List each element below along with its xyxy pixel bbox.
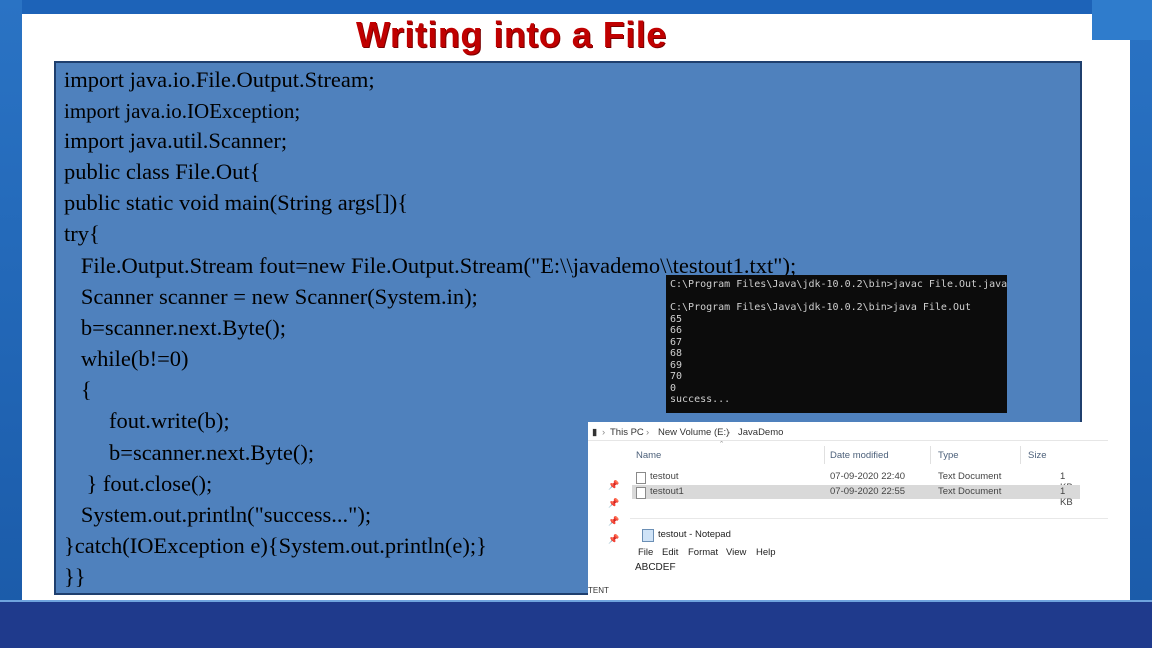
code-line: }catch(IOException e){System.out.println… xyxy=(64,533,487,558)
console-line: 66 xyxy=(670,325,683,336)
right-border xyxy=(1130,0,1152,648)
breadcrumb-this-pc[interactable]: This PC xyxy=(610,427,644,438)
chevron-right-icon: › xyxy=(602,427,606,438)
menu-view[interactable]: View xyxy=(726,547,746,558)
console-line: C:\Program Files\Java\jdk-10.0.2\bin>jav… xyxy=(670,279,1007,290)
notepad-icon xyxy=(642,529,654,542)
console-window: C:\Program Files\Java\jdk-10.0.2\bin>jav… xyxy=(666,275,1007,413)
code-line: import java.util.Scanner; xyxy=(64,128,288,153)
left-border xyxy=(0,0,22,648)
console-line: C:\Program Files\Java\jdk-10.0.2\bin>jav… xyxy=(670,302,972,313)
notepad-title: testout - Notepad xyxy=(658,529,731,540)
console-line: success... xyxy=(670,394,731,405)
corner-decoration xyxy=(1092,0,1152,40)
column-header-date[interactable]: Date modified xyxy=(830,450,889,461)
console-line: 69 xyxy=(670,359,683,371)
file-name: testout1 xyxy=(650,486,684,497)
slide-title: Writing into a File xyxy=(356,14,667,55)
menu-edit[interactable]: Edit xyxy=(662,547,678,558)
text-file-icon xyxy=(636,487,646,499)
console-line: 0 xyxy=(670,382,677,394)
breadcrumb-javademo[interactable]: JavaDemo xyxy=(738,427,783,438)
file-size: 1 KB xyxy=(1060,486,1073,508)
cropped-text-fragment: TENT xyxy=(588,586,609,595)
folder-icon: ▮ xyxy=(592,427,598,438)
code-line: System.out.println("success..."); xyxy=(64,502,372,527)
pin-icon[interactable]: 📌 xyxy=(608,534,619,545)
pin-icon[interactable]: 📌 xyxy=(608,516,619,527)
menu-format[interactable]: Format xyxy=(688,547,718,558)
file-date: 07-09-2020 22:40 xyxy=(830,471,906,482)
notepad-window: testout - Notepad File Edit Format View … xyxy=(630,518,1108,599)
pin-icon[interactable]: 📌 xyxy=(608,498,619,509)
bottom-bar xyxy=(0,602,1152,648)
column-header-name[interactable]: Name xyxy=(636,450,661,461)
notepad-content[interactable]: ABCDEF xyxy=(635,562,676,573)
file-type: Text Document xyxy=(938,486,1002,497)
text-file-icon xyxy=(636,472,646,484)
file-type: Text Document xyxy=(938,471,1002,482)
top-border xyxy=(0,0,1152,14)
code-line: Scanner scanner = new Scanner(System.in)… xyxy=(64,284,478,309)
column-divider xyxy=(824,446,825,464)
column-header-size[interactable]: Size xyxy=(1028,450,1046,461)
chevron-right-icon: › xyxy=(727,427,731,438)
code-line: b=scanner.next.Byte(); xyxy=(64,315,287,340)
code-line: b=scanner.next.Byte(); xyxy=(64,440,315,465)
code-line: try{ xyxy=(64,221,100,246)
console-line: 67 xyxy=(670,336,683,348)
column-divider xyxy=(1020,446,1021,464)
file-name: testout xyxy=(650,471,679,482)
code-line: import java.io.File.Output.Stream; xyxy=(64,67,375,92)
code-line: }} xyxy=(64,564,86,589)
code-line: } fout.close(); xyxy=(64,471,213,496)
file-date: 07-09-2020 22:55 xyxy=(830,486,906,497)
menu-help[interactable]: Help xyxy=(756,547,776,558)
console-line: 68 xyxy=(670,348,683,359)
console-line: 65 xyxy=(670,313,683,325)
sort-chevron-icon: ˆ xyxy=(720,440,724,451)
column-divider xyxy=(930,446,931,464)
pin-icon[interactable]: 📌 xyxy=(608,480,619,491)
code-line: while(b!=0) xyxy=(64,346,189,371)
chevron-right-icon: › xyxy=(646,427,650,438)
code-line: public class File.Out{ xyxy=(64,159,261,184)
breadcrumb-volume[interactable]: New Volume (E:) xyxy=(658,427,729,438)
code-line: { xyxy=(64,377,92,402)
code-line: import java.io.IOException; xyxy=(64,99,301,123)
file-row-selected[interactable]: testout1 07-09-2020 22:55 Text Document … xyxy=(632,485,1080,508)
breadcrumb: ▮ › This PC › New Volume (E:) › JavaDemo xyxy=(588,424,1108,441)
menu-file[interactable]: File xyxy=(638,547,653,558)
column-header-type[interactable]: Type xyxy=(938,450,959,461)
file-row[interactable]: testout 07-09-2020 22:40 Text Document 1… xyxy=(632,470,1080,493)
console-line: 70 xyxy=(670,371,683,382)
code-line: fout.write(b); xyxy=(64,408,230,433)
code-line: public static void main(String args[]){ xyxy=(64,190,409,215)
